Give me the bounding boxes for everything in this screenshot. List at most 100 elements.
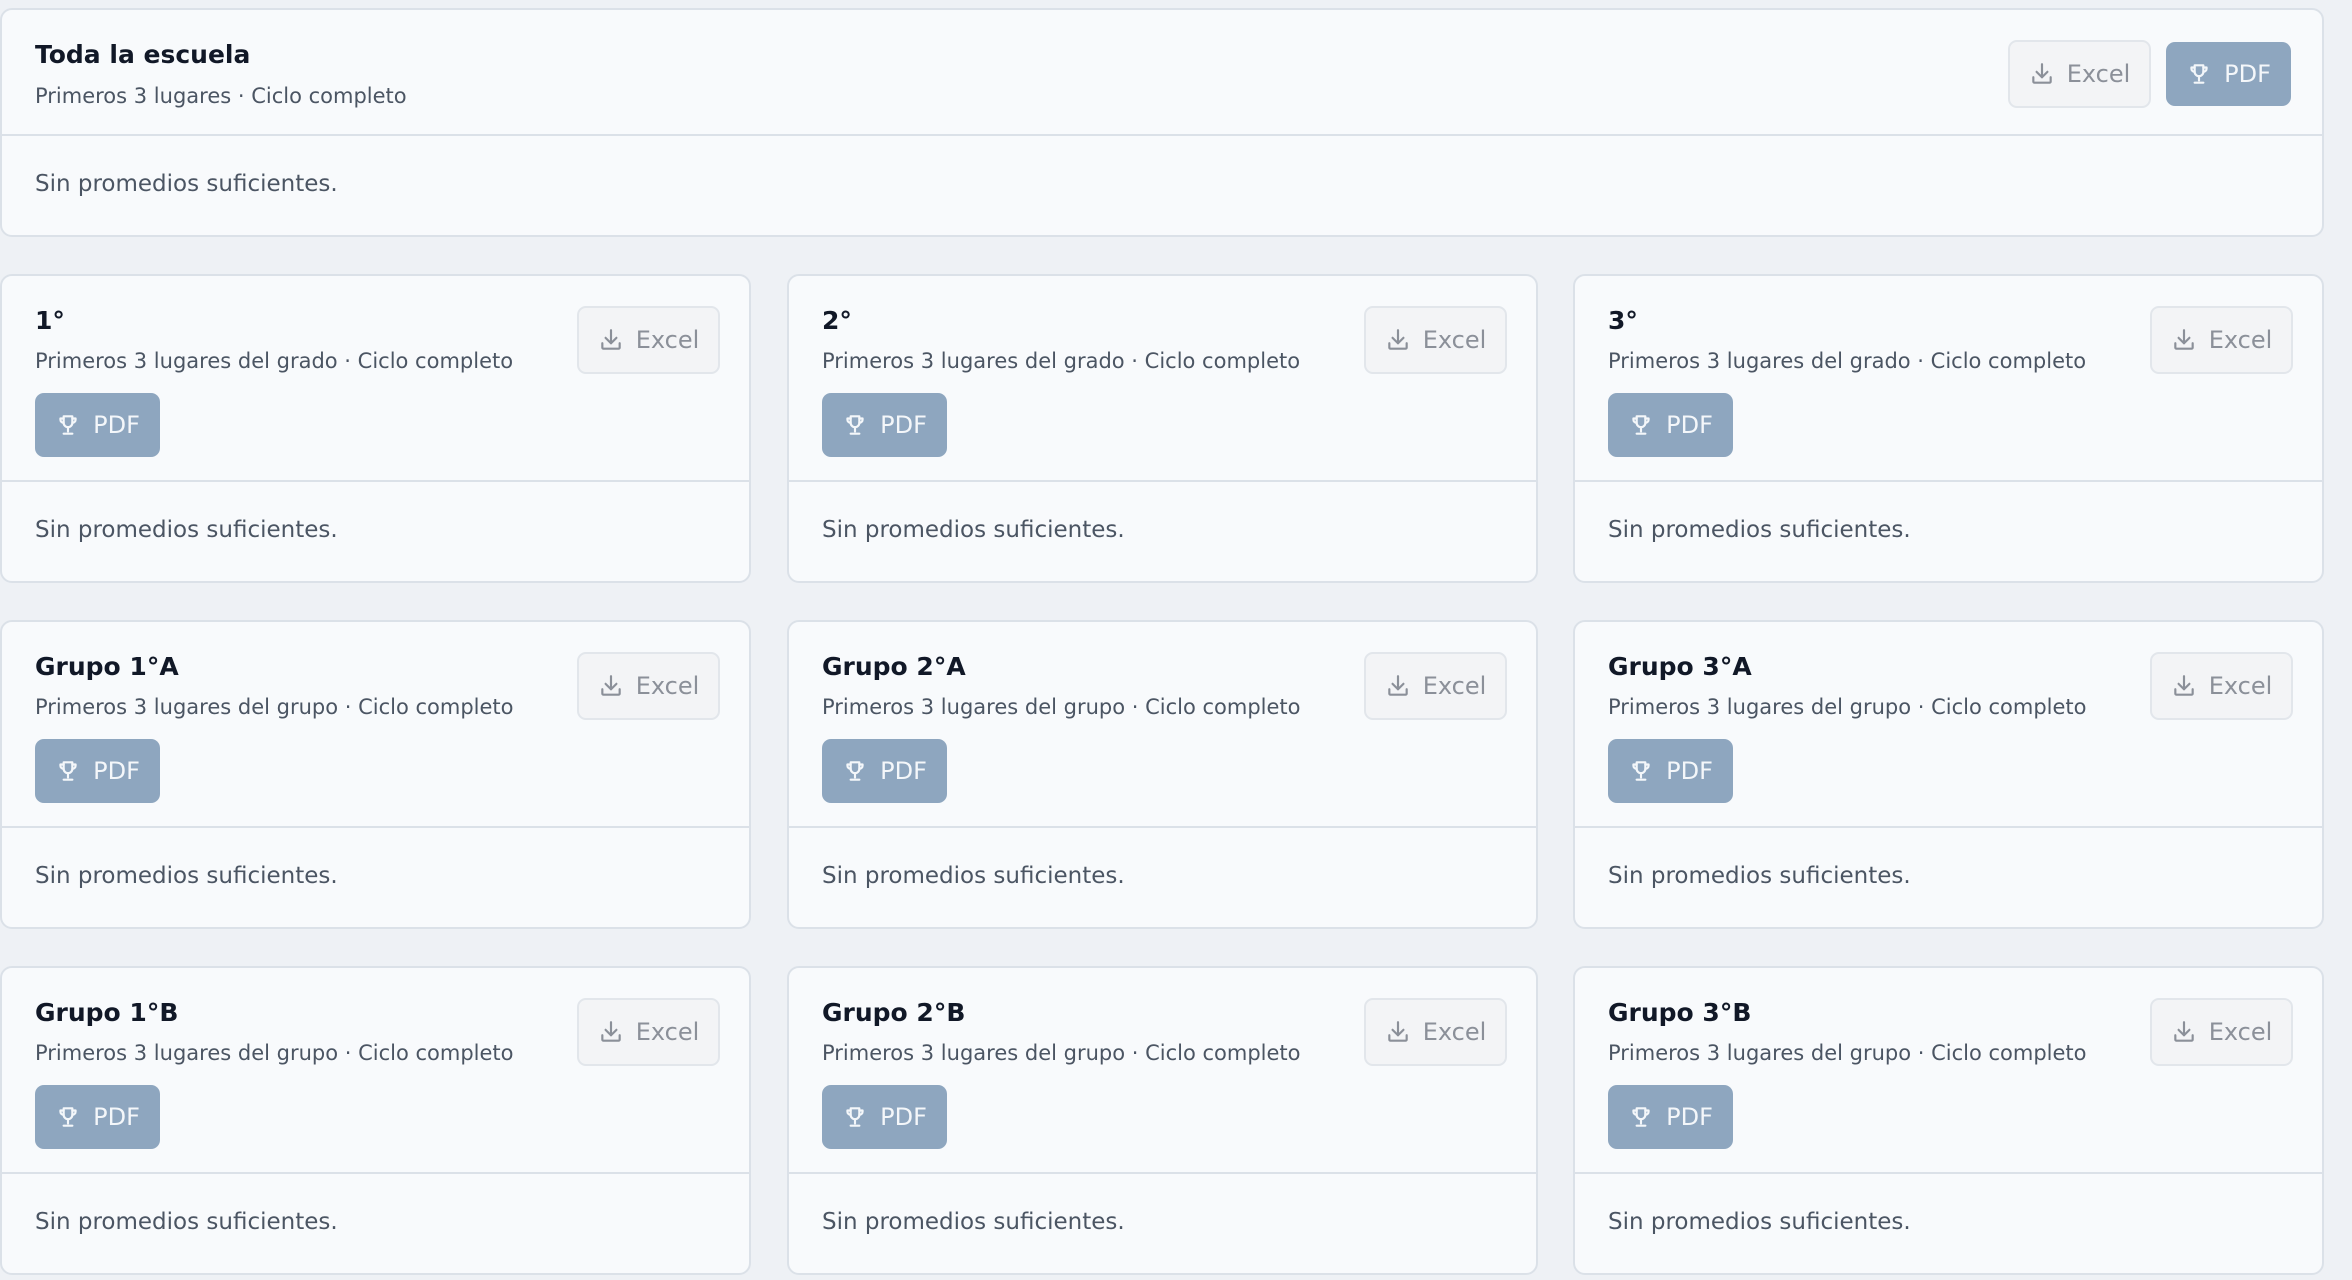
trophy-icon [842, 412, 868, 438]
card-title: Toda la escuela [35, 40, 251, 69]
excel-button-label: Excel [635, 326, 700, 354]
card-body: Sin promedios suficientes. [2, 826, 749, 927]
download-icon [2171, 327, 2197, 353]
card-title: 3° [1608, 306, 1638, 335]
card-body: Sin promedios suficientes. [1575, 1172, 2322, 1273]
excel-button[interactable]: Excel [577, 652, 720, 720]
empty-state-text: Sin promedios suficientes. [822, 517, 1125, 543]
card-title: 2° [822, 306, 852, 335]
card-title: Grupo 2°A [822, 652, 966, 681]
group-card-3b: Grupo 3°B Primeros 3 lugares del grupo ·… [1573, 966, 2324, 1275]
excel-button[interactable]: Excel [1364, 652, 1507, 720]
empty-state-text: Sin promedios suficientes. [35, 863, 338, 889]
pdf-button-label: PDF [880, 411, 927, 439]
empty-state-text: Sin promedios suficientes. [822, 863, 1125, 889]
pdf-button-label: PDF [880, 757, 927, 785]
excel-button[interactable]: Excel [577, 306, 720, 374]
excel-button[interactable]: Excel [2150, 998, 2293, 1066]
card-body: Sin promedios suficientes. [789, 1172, 1536, 1273]
pdf-button-label: PDF [880, 1103, 927, 1131]
grade-card-2: 2° Primeros 3 lugares del grado · Ciclo … [787, 274, 1538, 583]
excel-button-label: Excel [2208, 672, 2273, 700]
school-ranking-card: Toda la escuela Primeros 3 lugares · Cic… [0, 8, 2324, 237]
card-subtitle: Primeros 3 lugares del grado · Ciclo com… [822, 349, 1301, 373]
card-subtitle: Primeros 3 lugares del grupo · Ciclo com… [35, 695, 514, 719]
pdf-button[interactable]: PDF [1608, 1085, 1733, 1149]
card-body: Sin promedios suficientes. [2, 134, 2322, 235]
group-card-2a: Grupo 2°A Primeros 3 lugares del grupo ·… [787, 620, 1538, 929]
group-card-1a: Grupo 1°A Primeros 3 lugares del grupo ·… [0, 620, 751, 929]
empty-state-text: Sin promedios suficientes. [1608, 1209, 1911, 1235]
card-subtitle: Primeros 3 lugares del grupo · Ciclo com… [35, 1041, 514, 1065]
grade-card-3: 3° Primeros 3 lugares del grado · Ciclo … [1573, 274, 2324, 583]
trophy-icon [55, 1104, 81, 1130]
pdf-button[interactable]: PDF [35, 739, 160, 803]
pdf-button-label: PDF [93, 411, 140, 439]
excel-button[interactable]: Excel [577, 998, 720, 1066]
download-icon [2029, 61, 2055, 87]
card-title: Grupo 3°A [1608, 652, 1752, 681]
card-body: Sin promedios suficientes. [789, 480, 1536, 581]
card-body: Sin promedios suficientes. [789, 826, 1536, 927]
pdf-button[interactable]: PDF [822, 393, 947, 457]
group-card-3a: Grupo 3°A Primeros 3 lugares del grupo ·… [1573, 620, 2324, 929]
download-icon [598, 673, 624, 699]
pdf-button[interactable]: PDF [1608, 393, 1733, 457]
card-title: Grupo 1°A [35, 652, 179, 681]
empty-state-text: Sin promedios suficientes. [35, 1209, 338, 1235]
download-icon [2171, 1019, 2197, 1045]
pdf-button[interactable]: PDF [1608, 739, 1733, 803]
pdf-button-label: PDF [1666, 757, 1713, 785]
empty-state-text: Sin promedios suficientes. [1608, 517, 1911, 543]
pdf-button[interactable]: PDF [35, 1085, 160, 1149]
excel-button[interactable]: Excel [2150, 306, 2293, 374]
card-subtitle: Primeros 3 lugares del grado · Ciclo com… [1608, 349, 2087, 373]
card-subtitle: Primeros 3 lugares del grupo · Ciclo com… [1608, 1041, 2087, 1065]
pdf-button-label: PDF [1666, 411, 1713, 439]
card-title: Grupo 2°B [822, 998, 966, 1027]
card-title: Grupo 1°B [35, 998, 179, 1027]
excel-button[interactable]: Excel [2150, 652, 2293, 720]
trophy-icon [55, 412, 81, 438]
card-body: Sin promedios suficientes. [2, 1172, 749, 1273]
card-body: Sin promedios suficientes. [2, 480, 749, 581]
pdf-button[interactable]: PDF [2166, 42, 2291, 106]
excel-button[interactable]: Excel [1364, 998, 1507, 1066]
empty-state-text: Sin promedios suficientes. [822, 1209, 1125, 1235]
card-title: 1° [35, 306, 65, 335]
download-icon [2171, 673, 2197, 699]
excel-button[interactable]: Excel [2008, 40, 2151, 108]
download-icon [1385, 327, 1411, 353]
trophy-icon [842, 1104, 868, 1130]
pdf-button-label: PDF [2224, 60, 2271, 88]
empty-state-text: Sin promedios suficientes. [1608, 863, 1911, 889]
pdf-button-label: PDF [93, 1103, 140, 1131]
trophy-icon [842, 758, 868, 784]
card-subtitle: Primeros 3 lugares del grupo · Ciclo com… [1608, 695, 2087, 719]
card-subtitle: Primeros 3 lugares del grupo · Ciclo com… [822, 695, 1301, 719]
pdf-button[interactable]: PDF [35, 393, 160, 457]
excel-button-label: Excel [2208, 326, 2273, 354]
card-subtitle: Primeros 3 lugares del grado · Ciclo com… [35, 349, 514, 373]
card-subtitle: Primeros 3 lugares del grupo · Ciclo com… [822, 1041, 1301, 1065]
download-icon [1385, 1019, 1411, 1045]
pdf-button-label: PDF [1666, 1103, 1713, 1131]
download-icon [598, 327, 624, 353]
rankings-page: Toda la escuela Primeros 3 lugares · Cic… [0, 0, 2352, 1280]
group-card-2b: Grupo 2°B Primeros 3 lugares del grupo ·… [787, 966, 1538, 1275]
pdf-button[interactable]: PDF [822, 739, 947, 803]
empty-state-text: Sin promedios suficientes. [35, 517, 338, 543]
card-body: Sin promedios suficientes. [1575, 480, 2322, 581]
excel-button-label: Excel [635, 672, 700, 700]
card-body: Sin promedios suficientes. [1575, 826, 2322, 927]
pdf-button-label: PDF [93, 757, 140, 785]
excel-button-label: Excel [1422, 672, 1487, 700]
excel-button-label: Excel [2066, 60, 2131, 88]
group-card-1b: Grupo 1°B Primeros 3 lugares del grupo ·… [0, 966, 751, 1275]
excel-button-label: Excel [635, 1018, 700, 1046]
empty-state-text: Sin promedios suficientes. [35, 171, 338, 197]
excel-button[interactable]: Excel [1364, 306, 1507, 374]
excel-button-label: Excel [2208, 1018, 2273, 1046]
pdf-button[interactable]: PDF [822, 1085, 947, 1149]
trophy-icon [1628, 758, 1654, 784]
